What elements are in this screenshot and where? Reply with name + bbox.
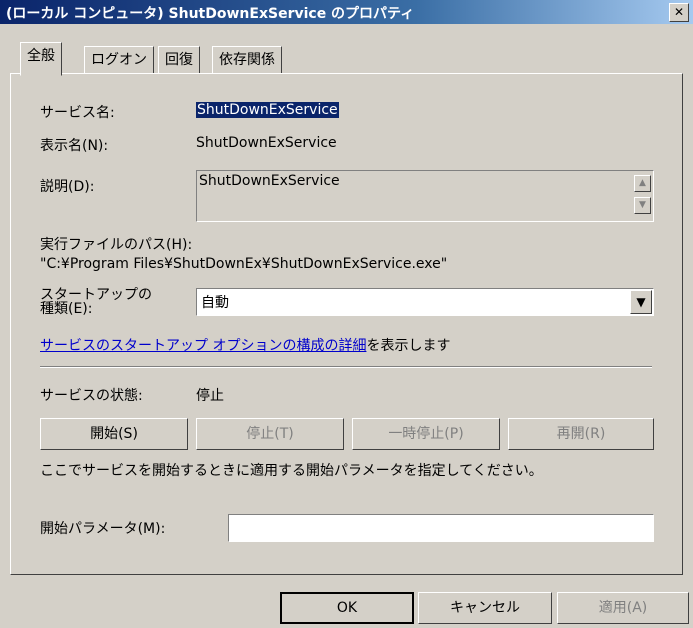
tab-logon[interactable]: ログオン: [84, 46, 154, 73]
stop-button[interactable]: 停止(T): [196, 418, 344, 450]
close-icon[interactable]: ✕: [669, 3, 689, 22]
window-title: (ローカル コンピュータ) ShutDownExService のプロパティ: [6, 6, 415, 22]
general-panel: [10, 73, 683, 575]
tab-label: 依存関係: [219, 52, 275, 68]
cancel-button[interactable]: キャンセル: [418, 592, 552, 624]
startup-type-value: 自動: [201, 295, 229, 311]
display-name-value[interactable]: ShutDownExService: [196, 135, 337, 151]
service-name-label: サービス名:: [40, 105, 115, 121]
chevron-down-icon[interactable]: ▼: [630, 290, 652, 314]
description-text: ShutDownExService: [199, 173, 340, 189]
startup-type-label-line1: スタートアップの: [40, 287, 152, 303]
title-bar[interactable]: (ローカル コンピュータ) ShutDownExService のプロパティ ✕: [0, 0, 693, 24]
service-status-value: 停止: [196, 388, 224, 404]
tab-general[interactable]: 全般: [20, 42, 62, 76]
description-field[interactable]: ShutDownExService ▲ ▼: [196, 170, 654, 222]
tab-label: 全般: [27, 48, 55, 64]
divider: [40, 366, 652, 368]
tab-dependencies[interactable]: 依存関係: [212, 46, 282, 73]
apply-button[interactable]: 適用(A): [557, 592, 689, 624]
startup-type-label-line2: 種類(E):: [40, 301, 93, 317]
service-status-label: サービスの状態:: [40, 388, 143, 404]
startup-type-select[interactable]: 自動 ▼: [196, 288, 654, 316]
startup-details-text: サービスのスタートアップ オプションの構成の詳細を表示します: [40, 335, 450, 355]
startup-details-link[interactable]: サービスのスタートアップ オプションの構成の詳細: [40, 338, 366, 354]
tab-label: 回復: [165, 52, 193, 68]
exe-path-label: 実行ファイルのパス(H):: [40, 237, 193, 253]
service-name-value[interactable]: ShutDownExService: [196, 102, 339, 118]
scroll-up-icon[interactable]: ▲: [634, 175, 651, 192]
start-params-input[interactable]: [228, 514, 654, 542]
tab-label: ログオン: [91, 52, 147, 68]
properties-dialog: (ローカル コンピュータ) ShutDownExService のプロパティ ✕…: [0, 0, 693, 628]
resume-button[interactable]: 再開(R): [508, 418, 654, 450]
tab-recovery[interactable]: 回復: [158, 46, 200, 73]
scroll-down-icon[interactable]: ▼: [634, 197, 651, 214]
startup-details-suffix: を表示します: [366, 338, 451, 354]
startup-type-label: スタートアップの 種類(E):: [40, 288, 152, 316]
exe-path-value[interactable]: "C:¥Program Files¥ShutDownEx¥ShutDownExS…: [40, 256, 447, 272]
description-label: 説明(D):: [40, 179, 95, 195]
pause-button[interactable]: 一時停止(P): [352, 418, 500, 450]
start-params-hint: ここでサービスを開始するときに適用する開始パラメータを指定してください。: [40, 463, 543, 479]
display-name-label: 表示名(N):: [40, 138, 109, 154]
ok-button[interactable]: OK: [280, 592, 414, 624]
start-params-label: 開始パラメータ(M):: [40, 521, 166, 537]
start-button[interactable]: 開始(S): [40, 418, 188, 450]
